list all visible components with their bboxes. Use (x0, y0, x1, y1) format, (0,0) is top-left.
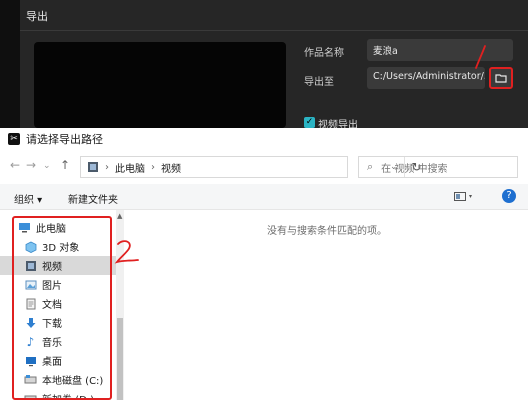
search-icon: ⌕ (367, 160, 374, 173)
dialog-titlebar: ✂ 请选择导出路径 (0, 128, 528, 150)
sidebar-item-pictures[interactable]: 图片 (0, 275, 116, 294)
folder-dialog: ✂ 请选择导出路径 ← → ⌄ ↑ › 此电脑 › 视频 ⌄ ↻ ⌕ 在 视频 … (0, 128, 528, 400)
annotation-2-text: 2 (0, 0, 1, 1)
pc-icon (18, 222, 31, 234)
scroll-thumb[interactable] (117, 318, 123, 400)
back-arrow-icon[interactable]: ← (10, 158, 20, 172)
sidebar-item-desktop[interactable]: 桌面 (0, 351, 116, 370)
navigation-pane: 此电脑 3D 对象 视频 图片 文档 下载 ♪ 音乐 桌面 本地磁盘 (C:) (0, 210, 122, 400)
sidebar-item-label: 新加卷 (D:) (42, 391, 94, 400)
breadcrumb-separator-icon: › (151, 161, 155, 173)
help-icon[interactable]: ? (502, 189, 516, 203)
sidebar-item-new-volume-d[interactable]: 新加卷 (D:) (0, 389, 116, 400)
sidebar-item-label: 本地磁盘 (C:) (42, 376, 104, 387)
search-placeholder: 在 视频 中搜索 (381, 163, 448, 175)
sidebar-item-label: 此电脑 (36, 224, 66, 235)
name-input[interactable]: 麦浪a (367, 39, 513, 61)
download-icon (24, 317, 37, 329)
export-to-label: 导出至 (304, 77, 334, 88)
sidebar-item-downloads[interactable]: 下载 (0, 313, 116, 332)
music-icon: ♪ (26, 334, 35, 349)
sidebar-item-label: 下载 (42, 319, 62, 330)
side-strip (0, 0, 20, 128)
history-chevron-icon[interactable]: ⌄ (43, 161, 51, 171)
video-icon (24, 260, 37, 272)
export-path-input[interactable]: C:/Users/Administrator/... (367, 67, 485, 89)
up-arrow-icon[interactable]: ↑ (60, 158, 70, 172)
sidebar-item-documents[interactable]: 文档 (0, 294, 116, 313)
empty-message: 没有与搜索条件匹配的项。 (267, 226, 387, 237)
video-export-checkbox[interactable]: ✓ (304, 117, 315, 128)
sidebar-item-label: 桌面 (42, 357, 62, 368)
3d-objects-icon (24, 241, 37, 253)
navigation-bar: ← → ⌄ ↑ › 此电脑 › 视频 ⌄ ↻ ⌕ 在 视频 中搜索 (0, 150, 528, 184)
scroll-up-icon[interactable]: ▲ (117, 212, 122, 220)
sidebar-item-music[interactable]: ♪ 音乐 (0, 332, 116, 351)
address-bar[interactable]: › 此电脑 › 视频 ⌄ ↻ (80, 156, 422, 178)
new-folder-button[interactable]: 新建文件夹 (68, 191, 118, 206)
dialog-title: 请选择导出路径 (26, 133, 103, 146)
breadcrumb-separator-icon: › (105, 161, 109, 173)
search-box[interactable]: ⌕ 在 视频 中搜索 (358, 156, 518, 178)
sidebar-item-this-pc[interactable]: 此电脑 (0, 218, 116, 237)
drive-icon (24, 393, 37, 400)
folder-icon (495, 74, 507, 83)
app-logo-icon: ✂ (8, 133, 20, 145)
video-folder-icon (88, 162, 98, 172)
sidebar-item-label: 3D 对象 (42, 243, 80, 254)
divider (20, 30, 528, 31)
sidebar-item-label: 文档 (42, 300, 62, 311)
breadcrumb-videos[interactable]: 视频 (161, 160, 181, 175)
forward-arrow-icon[interactable]: → (26, 158, 36, 172)
breadcrumb-pc[interactable]: 此电脑 (115, 160, 145, 175)
sidebar-item-3d-objects[interactable]: 3D 对象 (0, 237, 116, 256)
sidebar-item-label: 视频 (42, 262, 62, 273)
sidebar-item-label: 音乐 (42, 338, 62, 349)
sidebar-item-videos[interactable]: 视频 (0, 256, 116, 275)
sidebar-item-local-disk-c[interactable]: 本地磁盘 (C:) (0, 370, 116, 389)
export-panel: 导出 作品名称 麦浪a 导出至 C:/Users/Administrator/.… (0, 0, 528, 131)
sidebar-item-label: 图片 (42, 281, 62, 292)
drive-icon (24, 374, 37, 386)
pictures-icon (24, 279, 37, 291)
documents-icon (24, 298, 37, 310)
navigation-scrollbar[interactable]: ▲ (116, 210, 124, 400)
video-preview (34, 42, 286, 128)
browse-folder-button[interactable] (489, 67, 513, 89)
export-title: 导出 (26, 10, 48, 23)
view-options-icon[interactable] (454, 192, 474, 202)
file-list-area[interactable]: 没有与搜索条件匹配的项。 (126, 210, 528, 400)
name-label: 作品名称 (304, 48, 344, 59)
desktop-icon (24, 355, 37, 367)
command-bar: 组织 ▾ 新建文件夹 ? (0, 184, 528, 210)
organize-menu[interactable]: 组织 ▾ (14, 191, 42, 206)
